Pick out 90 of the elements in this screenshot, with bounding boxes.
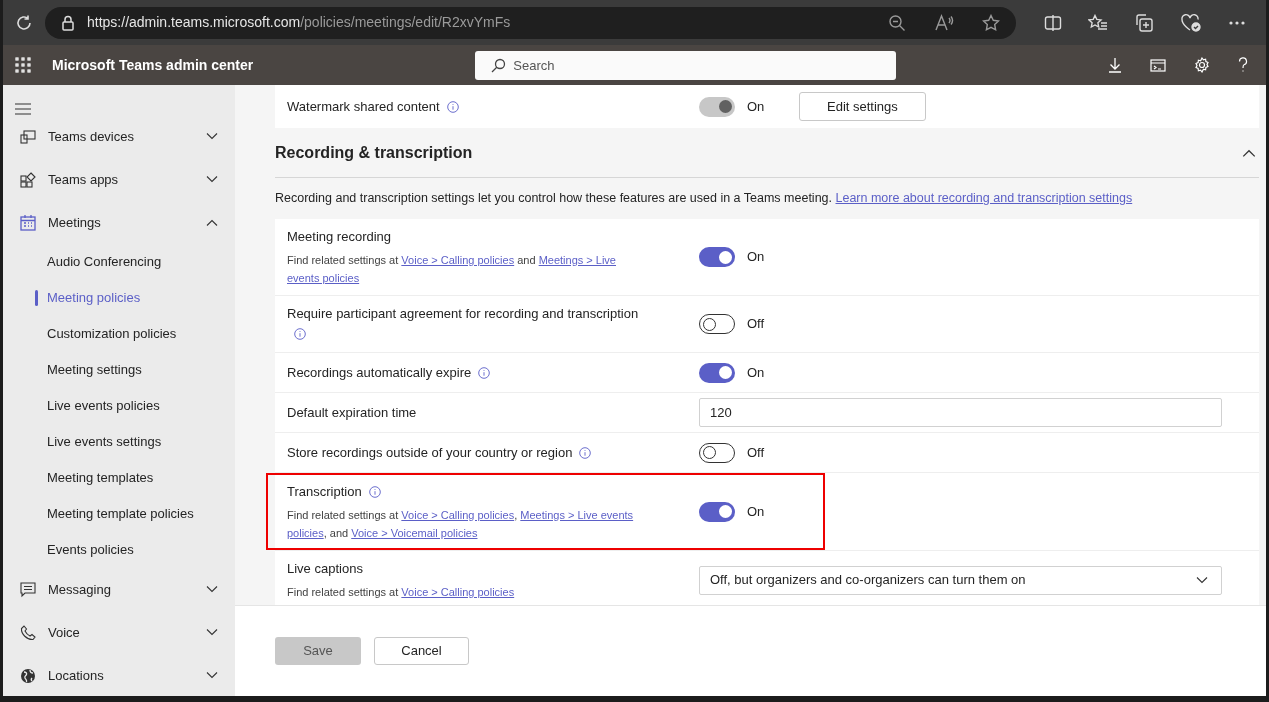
setting-label: Transcription bbox=[287, 483, 362, 499]
section-title: Recording & transcription bbox=[275, 142, 474, 163]
info-icon[interactable] bbox=[478, 366, 491, 379]
console-icon[interactable] bbox=[1150, 58, 1166, 72]
sidebar-item[interactable]: Messaging bbox=[3, 568, 235, 611]
dropdown[interactable]: Off, but organizers and co-organizers can turn them on bbox=[699, 565, 1222, 595]
toggle-switch[interactable] bbox=[699, 501, 735, 522]
settings-icon[interactable] bbox=[1194, 57, 1210, 73]
cancel-button[interactable]: Cancel bbox=[374, 637, 469, 665]
phone-icon bbox=[20, 624, 36, 641]
description-text: Find related settings at Voice > Calling policies bbox=[287, 585, 516, 600]
setting-label: Store recordings outside of your country or region bbox=[287, 444, 573, 460]
setting-label: Meeting recording bbox=[287, 229, 392, 244]
link[interactable]: Voice > Calling policies bbox=[401, 254, 515, 266]
save-button: Save bbox=[275, 637, 361, 665]
more-icon[interactable] bbox=[1228, 19, 1246, 26]
toggle-switch[interactable] bbox=[699, 442, 735, 463]
chevron-up-icon[interactable] bbox=[206, 219, 218, 226]
chevron-down-icon[interactable] bbox=[206, 672, 218, 679]
sidebar-item[interactable]: Voice bbox=[3, 611, 235, 654]
sidebar-subitem[interactable]: Meeting templates bbox=[3, 460, 235, 496]
toggle-switch[interactable] bbox=[699, 362, 735, 383]
globe-icon bbox=[20, 667, 36, 684]
sidebar-subitem[interactable]: Meeting settings bbox=[3, 352, 235, 388]
menu-icon[interactable] bbox=[15, 103, 31, 115]
chevron-down-icon[interactable] bbox=[206, 176, 218, 183]
chevron-down-icon[interactable] bbox=[206, 586, 218, 593]
devices-icon bbox=[20, 129, 36, 144]
number-input-field[interactable]: 120 bbox=[699, 398, 1222, 427]
toggle-state-text: Off bbox=[747, 443, 765, 462]
info-icon[interactable] bbox=[294, 328, 306, 340]
setting-label: Live captions bbox=[287, 561, 363, 576]
split-screen-icon[interactable] bbox=[1044, 13, 1062, 32]
sidebar-subitem[interactable]: Meeting template policies bbox=[3, 496, 235, 532]
refresh-icon[interactable] bbox=[15, 13, 33, 32]
toggle-state-text: On bbox=[747, 502, 765, 521]
zoom-out-icon[interactable] bbox=[888, 13, 906, 32]
link[interactable]: Learn more about recording and transcription settings bbox=[835, 191, 1133, 206]
chevron-down-icon[interactable] bbox=[206, 133, 218, 140]
link[interactable]: Meetings > Live events bbox=[520, 508, 634, 521]
sidebar-item[interactable]: Locations bbox=[3, 654, 235, 696]
description-text: Recording and transcription settings let you control how these features are used in a Teams meeting. Learn more about recording and transcription settings bbox=[275, 190, 1133, 208]
info-icon[interactable] bbox=[579, 446, 592, 459]
calendar-icon bbox=[20, 214, 36, 231]
chevron-up-icon[interactable] bbox=[1242, 148, 1256, 157]
link[interactable]: events policies bbox=[287, 272, 360, 284]
sidebar-subitem[interactable]: Customization policies bbox=[3, 316, 235, 352]
sidebar-subitem[interactable]: Meeting policies bbox=[3, 280, 235, 316]
address-bar[interactable]: https://admin.teams.microsoft.com/policies/meetings/edit/R2xvYmFs bbox=[45, 6, 1016, 39]
url-text: https://admin.teams.microsoft.com/policies/meetings/edit/R2xvYmFs bbox=[87, 13, 511, 32]
setting-label: Require participant agreement for recording and transcription bbox=[287, 306, 639, 321]
lock-icon bbox=[61, 14, 75, 31]
description-text: Find related settings at Voice > Calling policies, Meetings > Live events policies, and Voice > Voicemail policies bbox=[287, 507, 635, 541]
read-aloud-icon[interactable] bbox=[934, 13, 954, 32]
heart-check-icon[interactable] bbox=[1180, 12, 1202, 33]
favorite-star-icon[interactable] bbox=[982, 13, 1000, 32]
setting-label: Recordings automatically expire bbox=[287, 364, 472, 380]
link[interactable]: Voice > Voicemail policies bbox=[351, 526, 478, 539]
sidebar-item[interactable]: Teams devices bbox=[3, 115, 235, 158]
toggle-switch[interactable] bbox=[699, 247, 735, 267]
info-icon[interactable] bbox=[368, 485, 381, 498]
help-icon[interactable] bbox=[1238, 57, 1248, 73]
toggle-state-text: On bbox=[747, 363, 765, 382]
sidebar-item[interactable]: Teams apps bbox=[3, 158, 235, 201]
link[interactable]: policies bbox=[287, 526, 324, 539]
sidebar-subitem[interactable]: Live events policies bbox=[3, 388, 235, 424]
toggle-state-text: Off bbox=[747, 315, 765, 334]
favorites-list-icon[interactable] bbox=[1088, 13, 1108, 32]
sidebar-subitem[interactable]: Audio Conferencing bbox=[3, 244, 235, 280]
app-title: Microsoft Teams admin center bbox=[52, 55, 254, 75]
setting-label: Default expiration time bbox=[287, 404, 417, 420]
sidebar-subitem[interactable]: Live events settings bbox=[3, 424, 235, 460]
sidebar-subitem[interactable]: Events policies bbox=[3, 532, 235, 568]
collections-icon[interactable] bbox=[1134, 12, 1154, 33]
download-icon[interactable] bbox=[1108, 57, 1122, 73]
apps-icon bbox=[20, 171, 36, 188]
toggle-state-text: On bbox=[747, 248, 765, 267]
toggle-switch[interactable] bbox=[699, 314, 735, 334]
search-field[interactable]: Search bbox=[475, 50, 897, 80]
search-icon bbox=[491, 57, 507, 73]
toggle-state-text: On bbox=[747, 97, 766, 116]
setting-label: Watermark shared content bbox=[287, 98, 440, 114]
app-launcher-icon[interactable] bbox=[15, 57, 31, 73]
link[interactable]: Meetings > Live bbox=[538, 254, 616, 266]
link[interactable]: Voice > Calling policies bbox=[401, 586, 515, 598]
chevron-down-icon bbox=[1196, 576, 1208, 584]
chevron-down-icon[interactable] bbox=[206, 629, 218, 636]
description-text: Find related settings at Voice > Calling policies and Meetings > Live events policies bbox=[287, 253, 617, 286]
chat-icon bbox=[20, 581, 36, 598]
sidebar-item[interactable]: Meetings bbox=[3, 201, 235, 244]
